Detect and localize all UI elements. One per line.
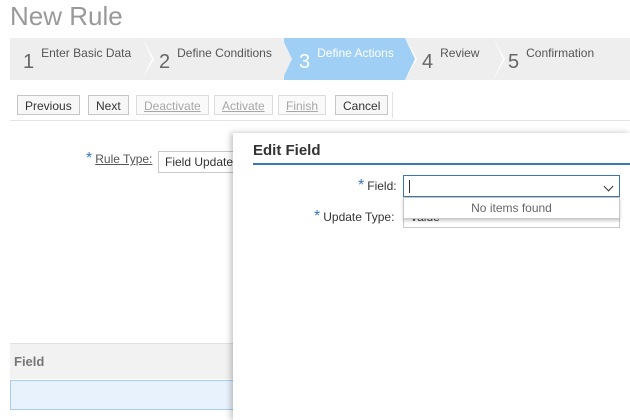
step-number: 1 bbox=[23, 51, 35, 73]
wizard-steps: 1 Enter Basic Data 2 Define Conditions 3… bbox=[10, 38, 630, 80]
text-cursor bbox=[409, 180, 410, 193]
update-type-label-row: * Update Type: bbox=[314, 208, 394, 226]
step-label: Enter Basic Data bbox=[41, 46, 132, 60]
step-label: Review bbox=[440, 46, 480, 60]
wizard-step-4[interactable]: 4 Review bbox=[407, 38, 505, 80]
next-button[interactable]: Next bbox=[88, 95, 129, 115]
step-number: 2 bbox=[159, 51, 171, 73]
step-number: 4 bbox=[422, 51, 434, 73]
table-row[interactable] bbox=[10, 380, 250, 410]
step-label: Define Actions bbox=[317, 46, 394, 60]
toolbar-divider bbox=[392, 92, 393, 118]
wizard-step-5[interactable]: 5 Confirmation bbox=[495, 38, 605, 80]
field-dropdown-list: No items found bbox=[403, 197, 620, 219]
edit-field-dialog: Edit Field *Field: *Update Type: Value N… bbox=[233, 133, 630, 420]
step-label: Define Conditions bbox=[177, 46, 272, 60]
step-label: Confirmation bbox=[526, 46, 595, 60]
wizard-step-3[interactable]: 3 Define Actions bbox=[284, 38, 417, 80]
cancel-button[interactable]: Cancel bbox=[335, 95, 389, 115]
table-column-header-field[interactable]: Field bbox=[10, 343, 250, 379]
required-marker: * bbox=[358, 177, 365, 194]
dialog-title: Edit Field bbox=[253, 142, 321, 159]
wizard-step-1[interactable]: 1 Enter Basic Data bbox=[10, 38, 154, 80]
action-toolbar: Previous Next Deactivate Activate Finish… bbox=[10, 92, 630, 121]
rule-type-row: * Rule Type: bbox=[86, 150, 152, 168]
field-label: Field: bbox=[367, 179, 397, 193]
field-combobox[interactable] bbox=[403, 175, 620, 197]
chevron-down-icon[interactable] bbox=[603, 181, 614, 192]
wizard-step-2[interactable]: 2 Define Conditions bbox=[144, 38, 294, 80]
dialog-title-underline bbox=[253, 163, 630, 165]
previous-button[interactable]: Previous bbox=[17, 95, 80, 115]
step-number: 3 bbox=[299, 51, 311, 73]
activate-button[interactable]: Activate bbox=[214, 95, 273, 115]
rule-type-label[interactable]: Rule Type: bbox=[95, 152, 152, 166]
required-marker: * bbox=[314, 208, 321, 225]
update-type-label: Update Type: bbox=[323, 210, 395, 224]
page-title: New Rule bbox=[10, 1, 123, 31]
required-marker: * bbox=[86, 150, 93, 167]
field-label-row: * Field: bbox=[358, 177, 397, 195]
finish-button[interactable]: Finish bbox=[278, 95, 327, 115]
step-number: 5 bbox=[508, 51, 520, 73]
deactivate-button[interactable]: Deactivate bbox=[136, 95, 209, 115]
